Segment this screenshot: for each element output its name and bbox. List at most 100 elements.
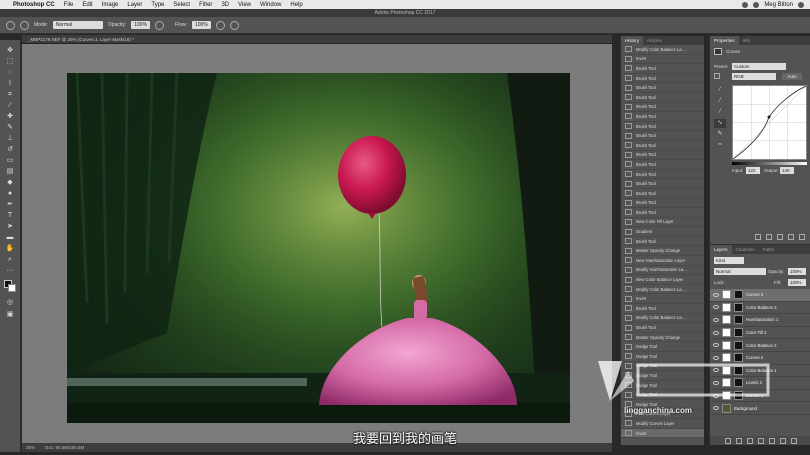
move-tool-icon[interactable]: ✥: [4, 46, 16, 55]
history-item[interactable]: Brush Tool: [621, 64, 704, 74]
history-item[interactable]: Brush Tool: [621, 122, 704, 132]
menu-edit[interactable]: Edit: [82, 2, 92, 8]
dodge-tool-icon[interactable]: ●: [4, 189, 16, 198]
layer-thumbnail[interactable]: [722, 328, 731, 338]
marquee-tool-icon[interactable]: ⬚: [4, 57, 16, 66]
history-item[interactable]: Brush Tool: [621, 304, 704, 314]
history-item[interactable]: Brush Tool: [621, 170, 704, 180]
menu-type[interactable]: Type: [151, 2, 164, 8]
layer-row[interactable]: Color Balance 2: [710, 339, 810, 352]
curves-graph[interactable]: [732, 85, 807, 160]
layer-thumbnail[interactable]: [722, 290, 731, 300]
visibility-toggle-icon[interactable]: [788, 233, 794, 240]
stamp-tool-icon[interactable]: ⊥: [4, 134, 16, 143]
menu-help[interactable]: Help: [290, 2, 302, 8]
photo-canvas[interactable]: [67, 73, 570, 423]
history-item[interactable]: Modify Color Balance La...: [621, 314, 704, 324]
user-name[interactable]: Meg Bitton: [764, 2, 793, 8]
history-item[interactable]: Modify Color Balance La...: [621, 285, 704, 295]
document-tab[interactable]: _MBP2179.NEF @ 25% (Curves 3, Layer Mask…: [22, 35, 612, 44]
layer-mask-thumbnail[interactable]: [734, 315, 743, 325]
opacity-field[interactable]: 100%: [131, 21, 151, 29]
layer-opacity-field[interactable]: 100%: [788, 268, 806, 275]
on-image-adjust-icon[interactable]: [714, 73, 720, 79]
pen-tool-icon[interactable]: ✒: [4, 200, 16, 209]
menu-view[interactable]: View: [238, 2, 251, 8]
background-color-swatch[interactable]: [8, 284, 16, 292]
flow-field[interactable]: 100%: [192, 21, 211, 29]
healing-tool-icon[interactable]: ✚: [4, 112, 16, 121]
fill-field[interactable]: 100%: [788, 279, 806, 286]
black-point-eyedropper-icon[interactable]: ⁄: [714, 86, 726, 95]
battery-icon[interactable]: [753, 1, 760, 8]
history-item[interactable]: Brush Tool: [621, 160, 704, 170]
lasso-tool-icon[interactable]: ◌: [4, 68, 16, 77]
history-item[interactable]: Brush Tool: [621, 141, 704, 151]
screen-mode-icon[interactable]: ▣: [4, 310, 16, 319]
menu-select[interactable]: Select: [173, 2, 190, 8]
history-item[interactable]: Invert: [621, 294, 704, 305]
crop-tool-icon[interactable]: ⌗: [4, 90, 16, 99]
eyedropper-tool-icon[interactable]: ⁄: [4, 101, 16, 110]
history-item[interactable]: Brush Tool: [621, 179, 704, 189]
blend-mode-select[interactable]: Normal: [714, 268, 766, 275]
menu-layer[interactable]: Layer: [127, 2, 142, 8]
menu-image[interactable]: Image: [102, 2, 119, 8]
output-field[interactable]: 140: [780, 167, 794, 174]
layer-mask-thumbnail[interactable]: [734, 340, 743, 350]
airbrush-icon[interactable]: [215, 20, 225, 30]
menu-3d[interactable]: 3D: [221, 2, 229, 8]
wifi-icon[interactable]: [742, 1, 749, 8]
hand-tool-icon[interactable]: ✋: [4, 244, 16, 253]
history-item[interactable]: Master Opacity Change: [621, 333, 704, 343]
history-item[interactable]: Brush Tool: [621, 103, 704, 113]
visibility-eye-icon[interactable]: [713, 305, 719, 310]
curve-point-icon[interactable]: ∿: [714, 119, 726, 128]
history-item[interactable]: Gradient: [621, 227, 704, 237]
tab-channels[interactable]: Channels: [732, 245, 759, 254]
pencil-curve-icon[interactable]: ✎: [714, 130, 726, 139]
history-item[interactable]: New Color Balance Layer: [621, 275, 704, 285]
gradient-tool-icon[interactable]: ▤: [4, 167, 16, 176]
brush-tool-icon[interactable]: ✎: [4, 123, 16, 132]
layer-mask-thumbnail[interactable]: [734, 290, 743, 300]
clip-to-layer-icon[interactable]: [755, 233, 761, 240]
layer-thumbnail[interactable]: [722, 315, 731, 325]
layer-row[interactable]: Curves 3: [710, 289, 810, 302]
smooth-curve-icon[interactable]: ≈: [714, 141, 726, 150]
layer-row[interactable]: Hue/Saturation 1: [710, 314, 810, 327]
visibility-eye-icon[interactable]: [713, 330, 719, 335]
history-item[interactable]: Brush Tool: [621, 323, 704, 333]
history-item[interactable]: Invert: [621, 55, 704, 65]
white-point-eyedropper-icon[interactable]: ⁄: [714, 108, 726, 117]
mode-select[interactable]: Normal: [52, 21, 103, 29]
shape-tool-icon[interactable]: ▬: [4, 233, 16, 242]
pressure-opacity-icon[interactable]: [155, 20, 165, 30]
history-item[interactable]: New Color Fill Layer: [621, 218, 704, 228]
menu-filter[interactable]: Filter: [199, 2, 212, 8]
brush-settings-icon[interactable]: [20, 20, 29, 30]
history-item[interactable]: Brush Tool: [621, 74, 704, 84]
type-tool-icon[interactable]: T: [4, 211, 16, 220]
view-previous-icon[interactable]: [766, 233, 772, 240]
input-field[interactable]: 122: [746, 167, 760, 174]
history-item[interactable]: Master Opacity Change: [621, 246, 704, 257]
spotlight-icon[interactable]: [798, 1, 804, 8]
zoom-tool-icon[interactable]: ⌕: [4, 255, 16, 264]
pressure-size-icon[interactable]: [229, 20, 239, 30]
history-item[interactable]: Brush Tool: [621, 199, 704, 209]
visibility-eye-icon[interactable]: [713, 343, 719, 348]
layer-thumbnail[interactable]: [722, 340, 731, 350]
layer-mask-thumbnail[interactable]: [734, 302, 743, 312]
history-item[interactable]: Dodge Tool: [621, 342, 704, 352]
more-tools-icon[interactable]: ···: [4, 266, 16, 275]
brush-preset-icon[interactable]: [6, 20, 15, 30]
layer-mask-thumbnail[interactable]: [734, 328, 743, 338]
menu-file[interactable]: File: [64, 2, 74, 8]
delete-adjustment-icon[interactable]: [799, 233, 805, 240]
reset-icon[interactable]: [777, 233, 783, 240]
history-item[interactable]: Modify Hue/Saturation La...: [621, 266, 704, 276]
preset-select[interactable]: Custom: [732, 63, 786, 70]
quick-select-tool-icon[interactable]: ⌇: [4, 79, 16, 88]
tab-info[interactable]: Info: [739, 36, 755, 45]
